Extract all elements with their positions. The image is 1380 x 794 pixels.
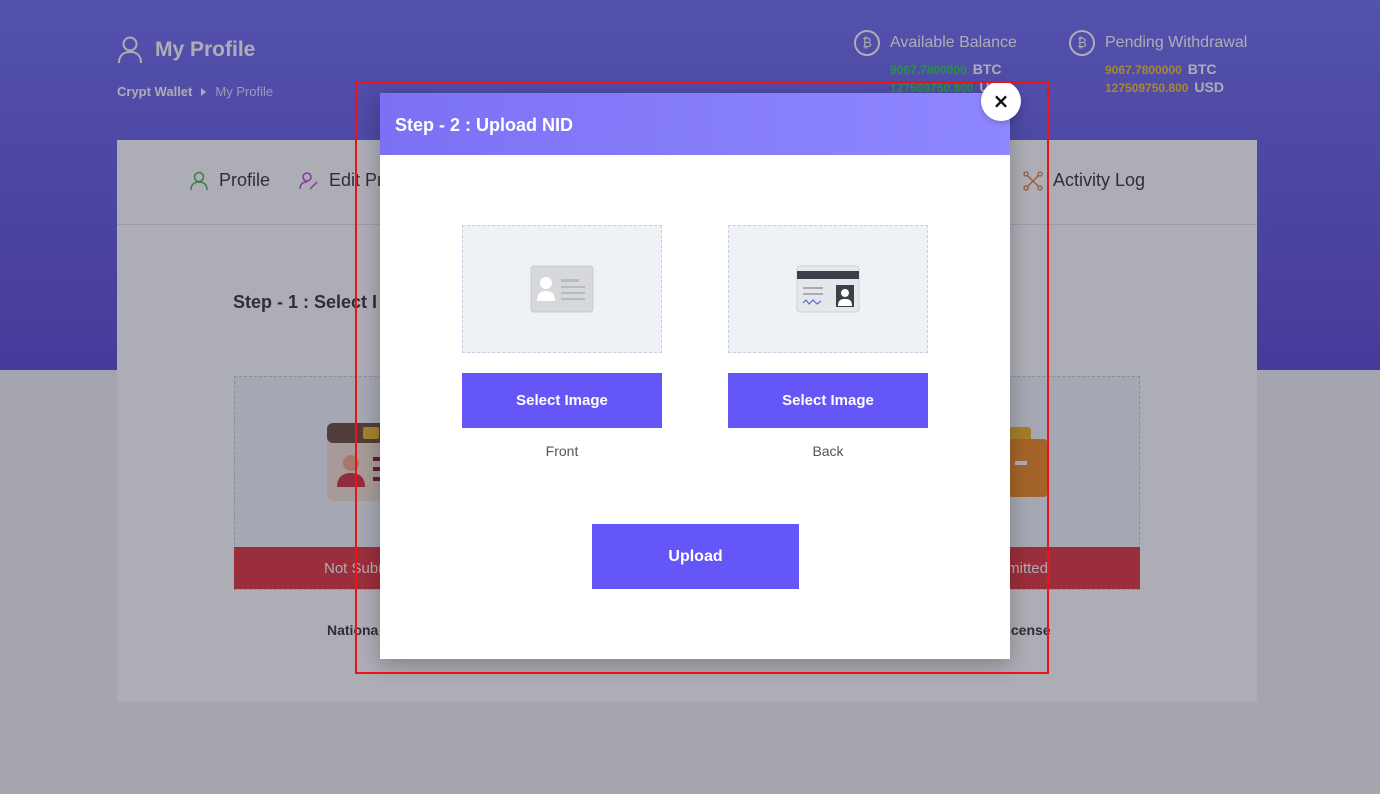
highlight-box — [355, 81, 1049, 674]
